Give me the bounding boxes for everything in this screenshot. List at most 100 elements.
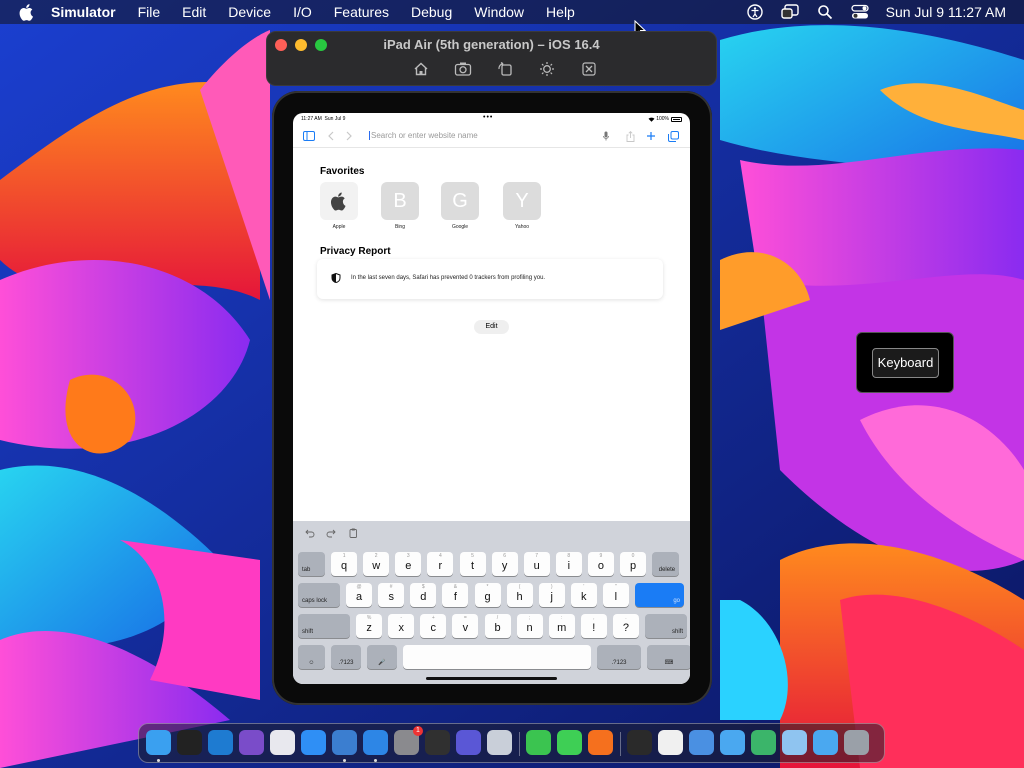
simulator-icon[interactable] [363, 730, 388, 755]
folder-icon[interactable] [782, 730, 807, 755]
apple-menu-icon[interactable] [17, 2, 37, 22]
spotlight-search-icon[interactable] [816, 3, 834, 21]
dictation-key[interactable]: 🎤 [367, 645, 397, 669]
key-o[interactable]: 9o [587, 552, 614, 576]
menu-edit[interactable]: Edit [182, 4, 206, 20]
key-w[interactable]: 2w [363, 552, 390, 576]
favorite-google[interactable]: G Google [441, 182, 479, 230]
key-r[interactable]: 4r [427, 552, 454, 576]
key-i[interactable]: 8i [555, 552, 582, 576]
key-k[interactable]: ' k [570, 583, 597, 607]
key-![interactable]: ,! [580, 614, 607, 638]
key-c[interactable]: + c [420, 614, 447, 638]
control-center-icon[interactable] [850, 3, 869, 21]
sidebar-icon[interactable] [303, 130, 315, 142]
menu-app-name[interactable]: Simulator [51, 4, 116, 20]
folder-icon[interactable] [813, 730, 838, 755]
menu-clock[interactable]: Sun Jul 9 11:27 AM [886, 4, 1006, 20]
shift-key[interactable]: shift [298, 614, 350, 638]
keyboard-button[interactable]: Keyboard [872, 348, 939, 378]
key-l[interactable]: " l [602, 583, 629, 607]
delete-key[interactable]: delete [652, 552, 680, 576]
finder-icon[interactable] [146, 730, 171, 755]
key-b[interactable]: / b [484, 614, 511, 638]
key-j[interactable]: ) j [538, 583, 565, 607]
document-icon[interactable] [658, 730, 683, 755]
menu-window[interactable]: Window [474, 4, 524, 20]
favorite-yahoo[interactable]: Y Yahoo [503, 182, 541, 230]
menu-device[interactable]: Device [228, 4, 271, 20]
emoji-key[interactable]: ☺ [298, 645, 325, 669]
rotate-icon[interactable] [496, 60, 514, 78]
key-z[interactable]: % z [356, 614, 383, 638]
key-p[interactable]: 0p [620, 552, 646, 576]
key-q[interactable]: 1q [331, 552, 358, 576]
vscode-icon[interactable] [208, 730, 233, 755]
menu-features[interactable]: Features [334, 4, 389, 20]
back-icon[interactable] [325, 130, 337, 142]
key-x[interactable]: -x [388, 614, 415, 638]
key-f[interactable]: & f [442, 583, 469, 607]
tab-overview-icon[interactable] [667, 130, 679, 142]
favorite-apple[interactable]: Apple [320, 182, 358, 230]
privacy-report-card[interactable]: In the last seven days, Safari has preve… [317, 259, 663, 299]
trash-icon[interactable] [844, 730, 869, 755]
menu-io[interactable]: I/O [293, 4, 312, 20]
favorite-bing[interactable]: B Bing [381, 182, 419, 230]
address-bar[interactable]: Search or enter website name [369, 129, 599, 143]
microphone-icon[interactable] [600, 130, 612, 142]
go-key[interactable]: go [635, 583, 684, 607]
numbers-key[interactable]: .?123 [331, 645, 361, 669]
key-t[interactable]: 5t [459, 552, 486, 576]
key-u[interactable]: 7u [523, 552, 550, 576]
undo-icon[interactable] [305, 528, 315, 538]
menu-debug[interactable]: Debug [411, 4, 452, 20]
redo-icon[interactable] [326, 528, 336, 538]
messages-icon[interactable] [557, 730, 582, 755]
home-icon[interactable] [412, 60, 430, 78]
key-d[interactable]: $ d [410, 583, 437, 607]
key-a[interactable]: @ a [346, 583, 373, 607]
xcode-icon[interactable] [332, 730, 357, 755]
tab-key[interactable]: tab [298, 552, 325, 576]
accessibility-icon[interactable] [746, 3, 764, 21]
forward-icon[interactable] [343, 130, 355, 142]
visual-studio-icon[interactable] [239, 730, 264, 755]
activity-monitor-icon[interactable] [627, 730, 652, 755]
key-s[interactable]: # s [378, 583, 405, 607]
home-indicator[interactable] [426, 677, 557, 680]
terminal-icon[interactable] [177, 730, 202, 755]
folder-icon[interactable] [720, 730, 745, 755]
edit-button[interactable]: Edit [474, 320, 509, 334]
ipad-screen[interactable]: 11:27 AM Sun Jul 9 ••• 100% Search or en… [293, 113, 690, 684]
key-h[interactable]: (h [506, 583, 533, 607]
shortcuts-icon[interactable] [456, 730, 481, 755]
app-store-icon[interactable] [301, 730, 326, 755]
space-bar[interactable] [403, 645, 591, 669]
launchpad-icon[interactable] [487, 730, 512, 755]
screenshot-icon[interactable] [454, 60, 472, 78]
key-n[interactable]: ; n [516, 614, 543, 638]
key-?[interactable]: .? [612, 614, 639, 638]
network-utility-icon[interactable] [689, 730, 714, 755]
menu-file[interactable]: File [138, 4, 161, 20]
key-g[interactable]: * g [474, 583, 501, 607]
firefox-icon[interactable] [588, 730, 613, 755]
facetime-icon[interactable] [526, 730, 551, 755]
key-y[interactable]: 6y [491, 552, 518, 576]
menu-help[interactable]: Help [546, 4, 575, 20]
multitasking-dots[interactable]: ••• [483, 114, 493, 121]
appearance-icon[interactable] [538, 60, 556, 78]
key-v[interactable]: = v [452, 614, 479, 638]
bbedit-icon[interactable] [270, 730, 295, 755]
caps-lock-key[interactable]: caps lock [298, 583, 340, 607]
screen-mirroring-icon[interactable] [780, 3, 799, 21]
close-keyboard-icon[interactable] [580, 60, 598, 78]
keka-icon[interactable] [751, 730, 776, 755]
hide-keyboard-key[interactable]: ⌨ [647, 645, 690, 669]
console-icon[interactable] [425, 730, 450, 755]
share-icon[interactable] [624, 130, 636, 142]
paste-icon[interactable] [348, 528, 358, 538]
new-tab-icon[interactable] [645, 130, 657, 142]
key-e[interactable]: 3e [395, 552, 422, 576]
